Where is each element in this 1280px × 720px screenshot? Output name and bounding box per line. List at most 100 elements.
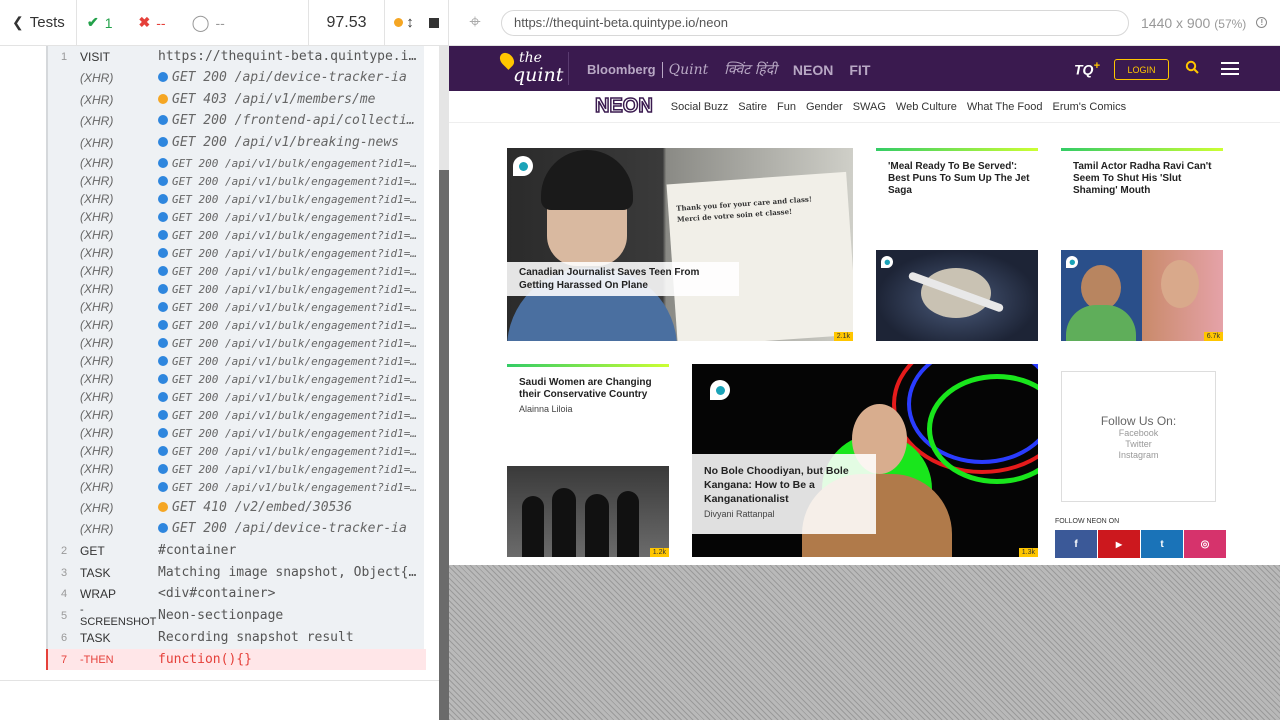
tq-link[interactable]: TQ+ (1074, 60, 1100, 78)
command-name: (XHR) (80, 228, 114, 242)
neon-link-gender[interactable]: Gender (806, 101, 843, 113)
command-row[interactable]: (XHR) GET 200 /api/device-tracker-ia (48, 518, 426, 539)
check-icon: ✔ (87, 14, 99, 30)
status-ok-dot-icon (158, 283, 168, 294)
command-name: -SCREENSHOT (80, 603, 157, 628)
command-name: GET (80, 543, 105, 558)
command-row[interactable]: (XHR) GET 403 /api/v1/members/me (48, 89, 426, 110)
failed-stat[interactable]: ✖ -- (139, 14, 166, 31)
story-card-saudi-women[interactable]: Saudi Women are Changing their Conservat… (507, 364, 669, 557)
status-warn-dot-icon (158, 502, 168, 512)
command-row[interactable]: (XHR) GET 200 /api/v1/bulk/engagement?id1… (48, 442, 426, 460)
info-icon[interactable]: ! (1256, 17, 1268, 28)
command-row[interactable]: (XHR) GET 200 /api/v1/bulk/engagement?id1… (48, 424, 426, 442)
command-row[interactable]: 7 -THEN function(){} (48, 649, 426, 670)
story-title-box: No Bole Choodiyan, but Bole Kangana: How… (692, 454, 876, 534)
nav-fit[interactable]: FIT (849, 62, 870, 78)
command-row[interactable]: (XHR) GET 200 /api/v1/bulk/engagement?id1… (48, 334, 426, 352)
nav-neon[interactable]: NEON (793, 62, 833, 78)
command-row[interactable]: 1 VISIT https://thequint-beta.quintype.io/… (48, 46, 426, 67)
command-row[interactable]: (XHR) GET 200 /api/v1/breaking-news (48, 132, 426, 153)
youtube-icon[interactable]: ▶ (1098, 530, 1140, 558)
command-row[interactable]: (XHR) GET 200 /api/v1/bulk/engagement?id1… (48, 280, 426, 298)
neon-link-satire[interactable]: Satire (738, 101, 767, 113)
nav-quint[interactable]: Quint (669, 62, 709, 78)
command-row[interactable]: (XHR) GET 200 /api/v1/bulk/engagement?id1… (48, 154, 426, 172)
aut-header: ⌖ https://thequint-beta.quintype.io/neon… (449, 0, 1280, 46)
neon-link-swag[interactable]: SWAG (853, 101, 886, 113)
command-message: Matching image snapshot, Object{3} (158, 565, 426, 580)
command-row[interactable]: 5 -SCREENSHOT Neon-sectionpage (48, 603, 426, 628)
pending-stat[interactable]: ◯ -- (192, 13, 225, 33)
follow-instagram-link[interactable]: Instagram (1062, 450, 1215, 461)
status-ok-dot-icon (158, 445, 168, 456)
command-message: Recording snapshot result (158, 630, 426, 645)
neon-link-social-buzz[interactable]: Social Buzz (671, 101, 728, 113)
command-row[interactable]: (XHR) GET 200 /api/device-tracker-ia (48, 67, 426, 88)
login-button[interactable]: LOGIN (1114, 59, 1169, 80)
neon-logo[interactable]: NEON (594, 94, 653, 118)
command-row[interactable]: (XHR) GET 200 /api/v1/bulk/engagement?id1… (48, 298, 426, 316)
command-row[interactable]: (XHR) GET 410 /v2/embed/30536 (48, 497, 426, 518)
neon-link-erums-comics[interactable]: Erum's Comics (1052, 101, 1126, 113)
instagram-icon[interactable]: ◎ (1184, 530, 1226, 558)
command-message-text: GET 200 /api/v1/bulk/engagement?id1=2a6f… (172, 300, 426, 314)
card-accent-line (876, 148, 1038, 151)
command-message-text: GET 200 /api/v1/bulk/engagement?id1=4a18… (172, 408, 426, 422)
duration: 97.53 (309, 0, 385, 46)
command-row[interactable]: (XHR) GET 200 /api/v1/bulk/engagement?id1… (48, 316, 426, 334)
quint-logo[interactable]: the quint (497, 50, 571, 88)
story-card-radha-ravi[interactable]: Tamil Actor Radha Ravi Can't Seem To Shu… (1061, 148, 1223, 341)
command-name: (XHR) (80, 354, 114, 368)
story-card-kangana[interactable]: No Bole Choodiyan, but Bole Kangana: How… (692, 364, 1038, 557)
command-row[interactable]: (XHR) GET 200 /api/v1/bulk/engagement?id1… (48, 352, 426, 370)
facebook-icon[interactable]: f (1055, 530, 1097, 558)
status-ok-dot-icon (158, 301, 168, 312)
tests-link[interactable]: ❮ Tests (0, 0, 77, 46)
search-icon[interactable] (1185, 60, 1199, 74)
neon-link-web-culture[interactable]: Web Culture (896, 101, 957, 113)
command-row[interactable]: (XHR) GET 200 /api/v1/bulk/engagement?id1… (48, 370, 426, 388)
command-row[interactable]: (XHR) GET 200 /api/v1/bulk/engagement?id1… (48, 226, 426, 244)
viewport-size: 1440 x 900 (57%) (1141, 15, 1246, 31)
command-row[interactable]: (XHR) GET 200 /api/v1/bulk/engagement?id1… (48, 406, 426, 424)
command-row[interactable]: (XHR) GET 200 /api/v1/bulk/engagement?id1… (48, 388, 426, 406)
command-row[interactable]: 4 WRAP <div#container> (48, 583, 426, 604)
command-row[interactable]: 3 TASK Matching image snapshot, Object{3} (48, 562, 426, 583)
command-row[interactable]: (XHR) GET 200 /api/v1/bulk/engagement?id1… (48, 190, 426, 208)
nav-bloomberg[interactable]: Bloomberg (587, 62, 656, 77)
command-row[interactable]: (XHR) GET 200 /api/v1/bulk/engagement?id1… (48, 460, 426, 478)
command-row[interactable]: (XHR) GET 200 /api/v1/bulk/engagement?id1… (48, 208, 426, 226)
command-message-text: GET 200 /api/v1/bulk/engagement?id1=56b3… (172, 444, 426, 458)
url-field[interactable]: https://thequint-beta.quintype.io/neon (501, 9, 1129, 36)
nav-hindi[interactable]: क्विंट हिंदी (724, 60, 777, 79)
command-number: 3 (60, 566, 68, 579)
command-row[interactable]: 2 GET #container (48, 540, 426, 561)
command-row[interactable]: (XHR) GET 200 /api/v1/bulk/engagement?id1… (48, 478, 426, 496)
twitter-icon[interactable]: t (1141, 530, 1183, 558)
command-row[interactable]: (XHR) GET 200 /frontend-api/collections/n… (48, 110, 426, 131)
neon-link-what-the-food[interactable]: What The Food (967, 101, 1043, 113)
command-name: (XHR) (80, 192, 114, 206)
command-row[interactable]: (XHR) GET 200 /api/v1/bulk/engagement?id1… (48, 244, 426, 262)
passed-stat[interactable]: ✔ 1 (87, 14, 113, 31)
hamburger-menu-icon[interactable] (1221, 62, 1239, 75)
command-list: 1 VISIT https://thequint-beta.quintype.io/… (46, 46, 426, 670)
follow-twitter-link[interactable]: Twitter (1062, 439, 1215, 450)
selector-playground-crosshair-icon[interactable]: ⌖ (449, 11, 501, 34)
command-message: https://thequint-beta.quintype.io/neon (158, 49, 426, 64)
command-row[interactable]: (XHR) GET 200 /api/v1/bulk/engagement?id1… (48, 262, 426, 280)
story-card-canadian-journalist[interactable]: Thank you for your care and class! Merci… (507, 148, 853, 341)
follow-us-box: Follow Us On: Facebook Twitter Instagram (1061, 371, 1216, 502)
autoscroll-arrows-icon[interactable]: ↕ (406, 14, 414, 31)
command-row[interactable]: (XHR) GET 200 /api/v1/bulk/engagement?id1… (48, 172, 426, 190)
scrollbar-thumb[interactable] (439, 170, 449, 720)
command-message-text: GET 410 /v2/embed/30536 (172, 500, 353, 515)
story-title: Saudi Women are Changing their Conservat… (519, 377, 652, 400)
stop-icon[interactable] (428, 17, 439, 28)
neon-link-fun[interactable]: Fun (777, 101, 796, 113)
story-card-jet-saga[interactable]: 'Meal Ready To Be Served': Best Puns To … (876, 148, 1038, 341)
follow-neon-label: FOLLOW NEON ON (1055, 518, 1120, 525)
command-row[interactable]: 6 TASK Recording snapshot result (48, 627, 426, 648)
follow-facebook-link[interactable]: Facebook (1062, 428, 1215, 439)
